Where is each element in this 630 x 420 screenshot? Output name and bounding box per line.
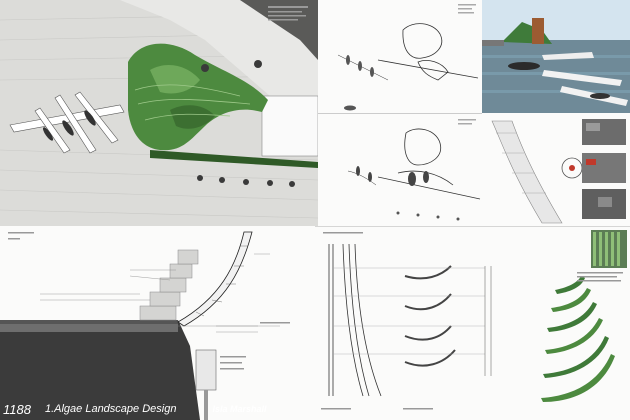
detail-plan-drawing-lower bbox=[318, 113, 482, 226]
context-photos-panel bbox=[482, 113, 630, 226]
board-caption: 1188 1.Algae Landscape Design Isla Marsh… bbox=[0, 398, 630, 420]
entry-number: 1188 bbox=[3, 401, 31, 417]
elevation-drawing bbox=[315, 226, 630, 420]
author-name: Isla Marshall bbox=[212, 404, 267, 414]
site-plan-panel bbox=[0, 0, 318, 226]
section-drawing bbox=[0, 226, 315, 420]
site-plan-drawing bbox=[0, 0, 318, 226]
detail-plan-panel-lower bbox=[318, 113, 482, 226]
context-photos bbox=[482, 113, 630, 226]
presentation-board: 1188 1.Algae Landscape Design Isla Marsh… bbox=[0, 0, 630, 420]
perspective-render bbox=[482, 0, 630, 113]
project-title: 1.Algae Landscape Design bbox=[44, 403, 177, 415]
section-panel bbox=[0, 226, 315, 420]
elevation-panel bbox=[315, 226, 630, 420]
perspective-render-panel bbox=[482, 0, 630, 113]
detail-plan-drawing-upper bbox=[318, 0, 482, 113]
detail-plan-panel-upper bbox=[318, 0, 482, 113]
